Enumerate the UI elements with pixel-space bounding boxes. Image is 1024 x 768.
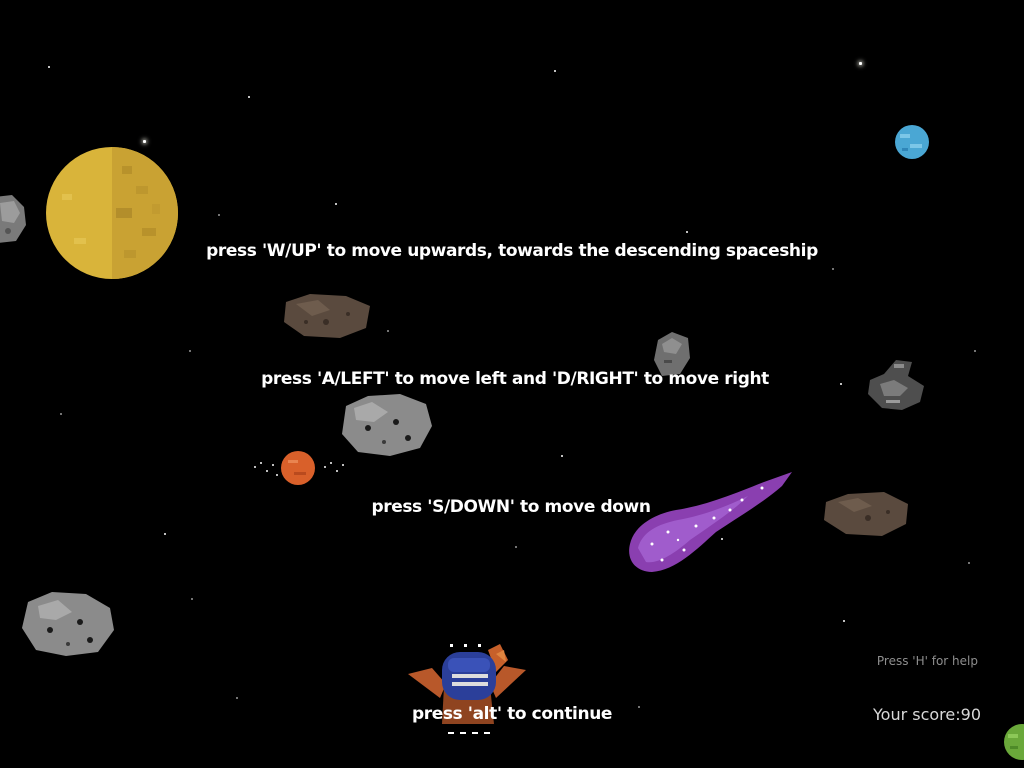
instruction-continue: press 'alt' to continue: [411, 704, 613, 724]
purple-comet-icon: [629, 472, 792, 572]
instruction-move-down: press 'S/DOWN' to move down: [371, 497, 651, 517]
star: [686, 231, 688, 233]
star: [843, 620, 845, 622]
star: [515, 546, 517, 548]
asteroid-icon: [0, 195, 26, 243]
yellow-planet-icon: [46, 147, 178, 279]
star: [387, 330, 389, 332]
blue-planet-icon: [895, 125, 929, 159]
score-label: Your score:: [873, 705, 961, 724]
brown-rock-icon: [824, 492, 908, 536]
star: [60, 413, 62, 415]
asteroid-icon: [22, 592, 114, 656]
score-display: Your score:90: [873, 705, 981, 724]
star: [236, 697, 238, 699]
star: [189, 350, 191, 352]
star: [164, 533, 166, 535]
instruction-move-up: press 'W/UP' to move upwards, towards th…: [206, 241, 818, 261]
star: [191, 598, 193, 600]
game-canvas[interactable]: press 'W/UP' to move upwards, towards th…: [0, 0, 1024, 768]
star: [968, 562, 970, 564]
player-spaceship-icon: [408, 644, 526, 734]
star: [218, 214, 220, 216]
spaceship-wreck-icon: [868, 360, 924, 410]
help-hint: Press 'H' for help: [876, 654, 978, 668]
star: [840, 383, 842, 385]
star: [859, 62, 862, 65]
star: [554, 70, 556, 72]
score-value: 90: [960, 705, 981, 724]
asteroid-icon: [342, 394, 432, 456]
star: [561, 455, 563, 457]
orange-planet-icon: [254, 451, 344, 485]
star: [974, 350, 976, 352]
star: [143, 140, 146, 143]
star: [335, 203, 337, 205]
brown-rock-icon: [284, 294, 370, 338]
instruction-move-sideways: press 'A/LEFT' to move left and 'D/RIGHT…: [261, 369, 769, 389]
star: [638, 706, 640, 708]
star: [248, 96, 250, 98]
star: [832, 268, 834, 270]
green-planet-icon: [1004, 724, 1024, 760]
star: [48, 66, 50, 68]
